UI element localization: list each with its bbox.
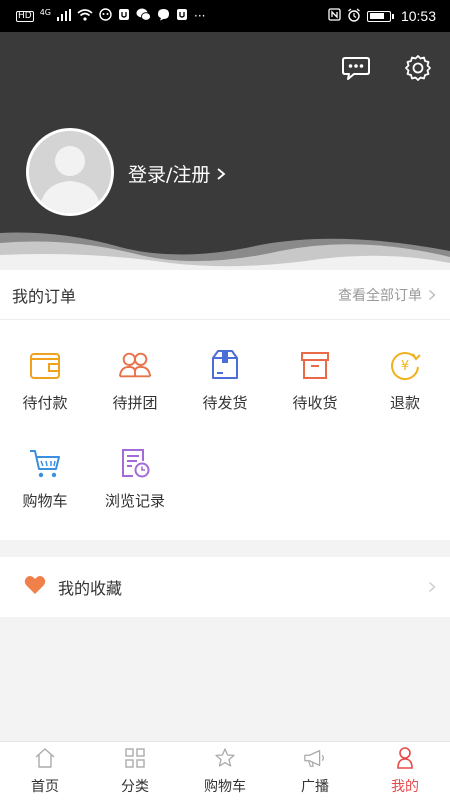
my-favorites-row[interactable]: 我的收藏 [0, 557, 450, 617]
favorites-label: 我的收藏 [58, 579, 123, 598]
orders-header: 我的订单 查看全部订单 [0, 270, 450, 320]
package-icon [208, 348, 242, 382]
order-label: 浏览记录 [104, 492, 165, 510]
tab-home[interactable]: 首页 [0, 742, 90, 800]
network-4g-icon: 4G [39, 8, 51, 17]
login-register-link[interactable]: 登录/注册 [128, 160, 226, 187]
gear-icon [405, 55, 431, 81]
bottom-tab-bar: 首页 分类 购物车 广播 我的 [0, 741, 450, 800]
wechat-icon [136, 8, 151, 24]
profile-header: 登录/注册 [0, 32, 450, 270]
cart-icon [28, 446, 62, 480]
refund-icon: ¥ [388, 348, 422, 382]
history-icon [118, 446, 152, 480]
status-right-icons: 10:53 [328, 7, 436, 25]
tab-label: 我的 [391, 779, 419, 795]
tab-mine[interactable]: 我的 [360, 742, 450, 800]
box-icon [298, 348, 332, 382]
tab-label: 购物车 [204, 779, 246, 795]
shopping-cart-entry[interactable]: 购物车 [0, 446, 90, 544]
chat-icon [157, 8, 170, 24]
chevron-right-icon [429, 289, 436, 300]
app-u-icon [118, 8, 130, 24]
order-label: 待发货 [202, 394, 248, 412]
order-pending-shipment[interactable]: 待发货 [180, 348, 270, 446]
order-pending-payment[interactable]: 待付款 [0, 348, 90, 446]
cart-tab-icon [213, 746, 237, 770]
order-label: 待拼团 [112, 394, 158, 412]
broadcast-icon [303, 746, 327, 770]
view-all-orders-link[interactable]: 查看全部订单 [338, 285, 436, 305]
browse-history-entry[interactable]: 浏览记录 [90, 446, 180, 544]
nfc-icon [328, 8, 341, 24]
app-u2-icon [176, 8, 188, 24]
user-icon [393, 746, 417, 770]
tab-cart[interactable]: 购物车 [180, 742, 270, 800]
wifi-icon [77, 8, 93, 24]
message-button[interactable] [338, 50, 374, 86]
tab-broadcast[interactable]: 广播 [270, 742, 360, 800]
tab-label: 分类 [121, 779, 149, 795]
order-label: 待收货 [292, 394, 338, 412]
header-wave-decoration [0, 232, 450, 270]
tab-label: 首页 [31, 779, 59, 795]
order-label: 待付款 [22, 394, 68, 412]
avatar[interactable] [26, 128, 114, 216]
status-bar: HD 4G ··· 10:53 [0, 0, 450, 32]
chevron-right-icon [429, 581, 436, 593]
heart-icon [24, 575, 46, 599]
hd-icon: HD [16, 10, 34, 22]
status-left-icons: HD 4G ··· [16, 8, 205, 24]
battery-icon [366, 10, 394, 22]
alarm-icon [347, 7, 361, 25]
order-pending-receipt[interactable]: 待收货 [270, 348, 360, 446]
tab-category[interactable]: 分类 [90, 742, 180, 800]
app-icon [99, 8, 112, 24]
more-icon: ··· [194, 9, 206, 23]
login-register-label: 登录/注册 [128, 164, 211, 186]
order-label: 购物车 [22, 492, 68, 510]
message-icon [342, 57, 370, 80]
chevron-right-icon [217, 167, 226, 180]
signal-icon [57, 8, 71, 24]
view-all-label: 查看全部订单 [338, 287, 422, 304]
settings-button[interactable] [400, 50, 436, 86]
tab-label: 广播 [301, 779, 329, 795]
wallet-icon [28, 348, 62, 382]
svg-text:¥: ¥ [401, 359, 409, 374]
group-icon [118, 348, 152, 382]
order-label: 退款 [389, 394, 420, 412]
order-pending-group[interactable]: 待拼团 [90, 348, 180, 446]
default-avatar-icon [29, 131, 111, 213]
order-grid: 待付款 待拼团 待发货 待收货 ¥ 退款 购物车 浏览记录 [0, 320, 450, 544]
category-icon [123, 746, 147, 770]
my-orders-section: 我的订单 查看全部订单 待付款 待拼团 待发货 待收货 ¥ 退款 购物车 浏览记… [0, 270, 450, 540]
order-refund[interactable]: ¥ 退款 [360, 348, 450, 446]
home-icon [33, 746, 57, 770]
clock-time: 10:53 [400, 8, 436, 24]
orders-title: 我的订单 [12, 286, 77, 306]
